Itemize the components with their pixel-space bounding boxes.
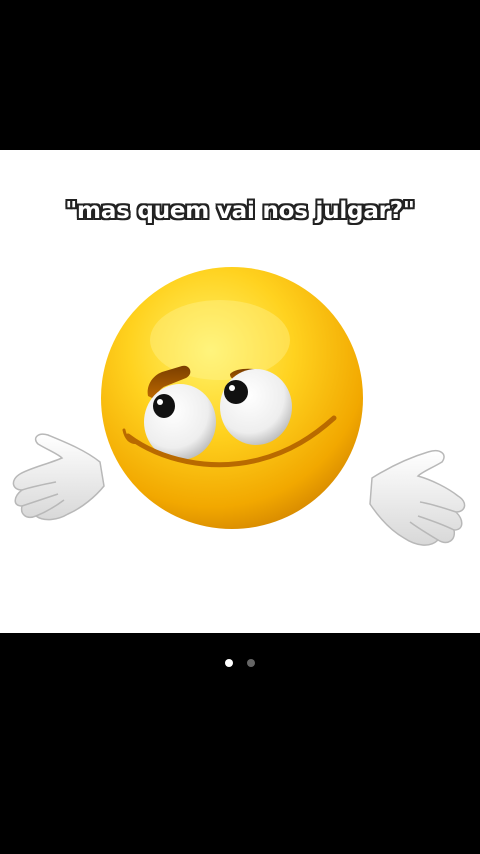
top-black-bar [0,0,480,150]
carousel-dot-1-active[interactable] [225,659,233,667]
bottom-black-bar [0,633,480,854]
meme-image[interactable]: "mas quem vai nos julgar?" [0,150,480,633]
carousel-indicator [0,659,480,667]
right-hand [369,450,466,546]
left-hand [12,433,105,521]
carousel-dot-2[interactable] [247,659,255,667]
meme-caption: "mas quem vai nos julgar?" [65,198,415,224]
shrugging-smiley-emoji-icon [12,267,466,546]
